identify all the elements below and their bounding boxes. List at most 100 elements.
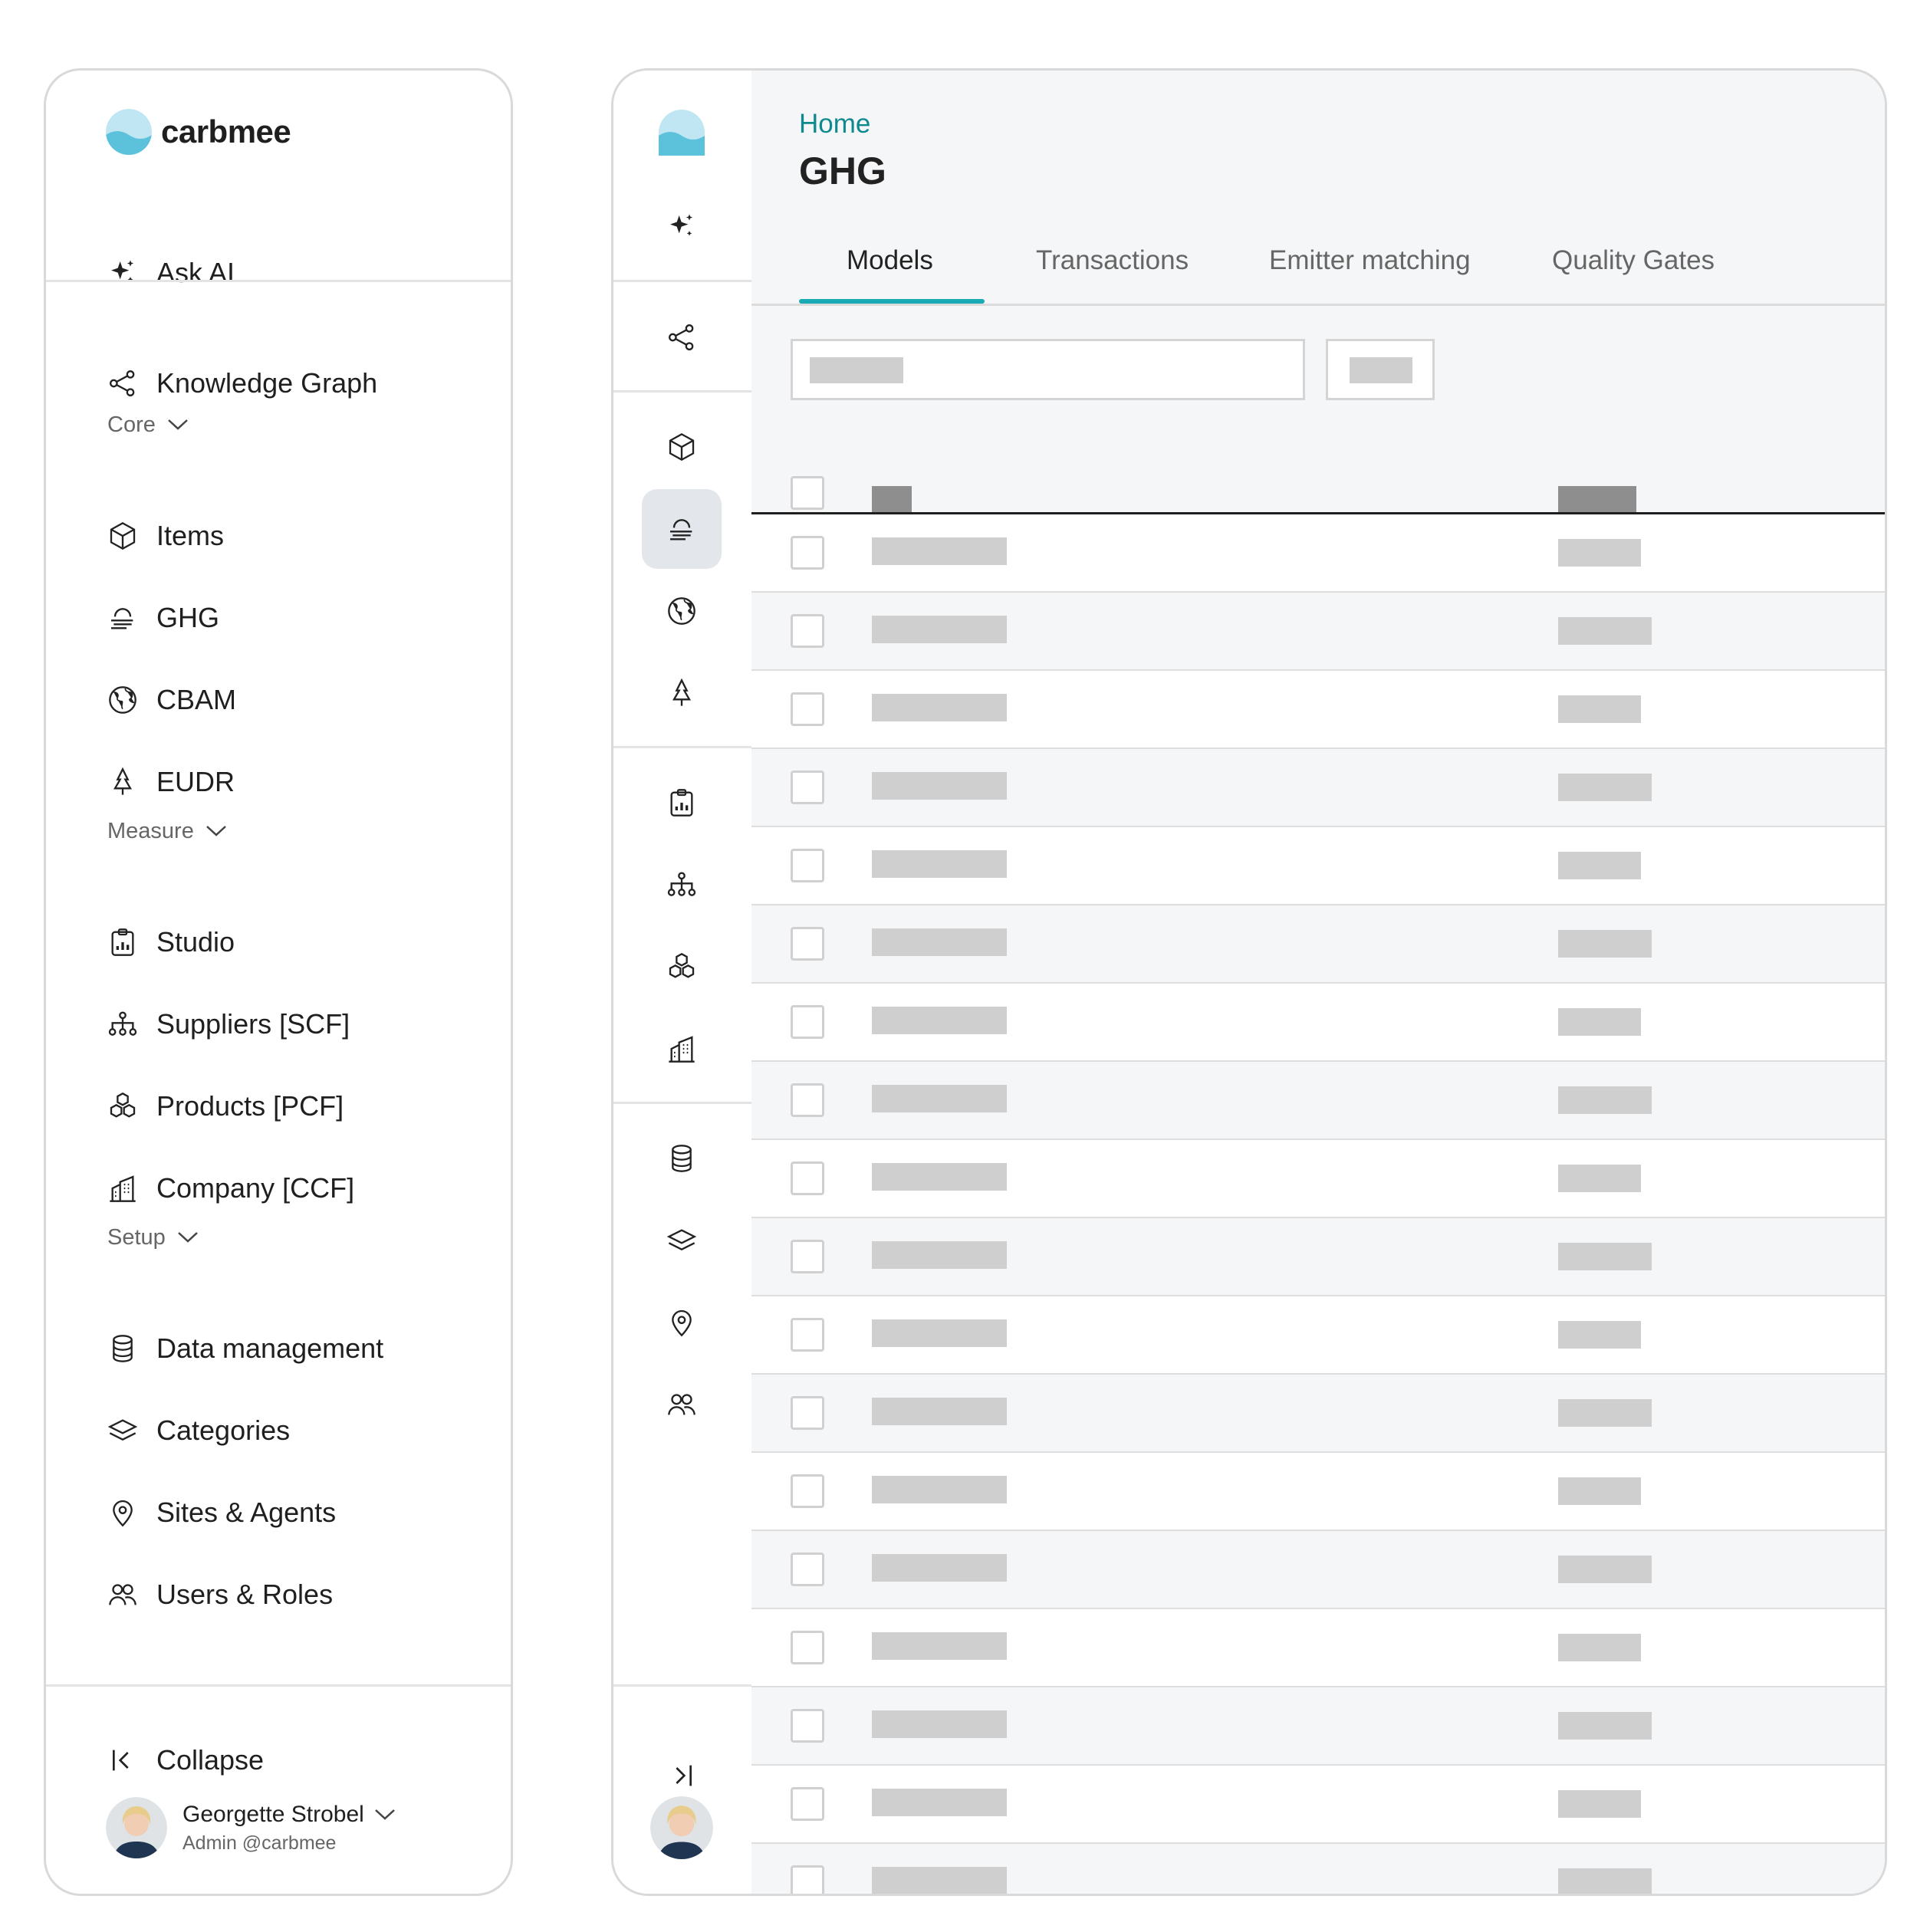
cube-icon[interactable] <box>642 407 722 487</box>
tab-models[interactable]: Models <box>847 245 933 296</box>
column-header-placeholder[interactable] <box>1558 486 1636 512</box>
row-checkbox[interactable] <box>791 927 824 961</box>
row-checkbox[interactable] <box>791 1162 824 1195</box>
sidebar-item-knowledge-graph[interactable]: Knowledge Graph <box>106 360 377 406</box>
cell-placeholder <box>1558 1790 1641 1818</box>
cell-placeholder <box>872 1710 1007 1738</box>
table-row[interactable] <box>751 1296 1885 1375</box>
sidebar-item-cbam[interactable]: CBAM <box>106 677 236 723</box>
brand-logo[interactable]: carbmee <box>106 109 291 155</box>
table-row[interactable] <box>751 1218 1885 1296</box>
collapse-label: Collapse <box>156 1744 265 1776</box>
table-row[interactable] <box>751 514 1885 593</box>
carbmee-logo-icon[interactable] <box>642 93 722 172</box>
globe-icon[interactable] <box>642 571 722 651</box>
cell-placeholder <box>1558 930 1652 958</box>
cell-placeholder <box>1558 774 1652 801</box>
brand-name: carbmee <box>161 113 291 150</box>
table-row[interactable] <box>751 984 1885 1062</box>
table-row[interactable] <box>751 1766 1885 1844</box>
sidebar-item-categories[interactable]: Categories <box>106 1408 290 1454</box>
tab-emitter-matching[interactable]: Emitter matching <box>1269 245 1471 296</box>
hierarchy-icon[interactable] <box>642 845 722 925</box>
database-icon[interactable] <box>642 1119 722 1198</box>
table-row[interactable] <box>751 671 1885 749</box>
avatar <box>106 1797 167 1858</box>
sidebar-item-studio[interactable]: Studio <box>106 919 235 965</box>
placeholder-bar <box>1350 357 1412 383</box>
sidebar-item-label: Sites & Agents <box>156 1497 337 1528</box>
table-row[interactable] <box>751 1531 1885 1609</box>
sidebar-item-products[interactable]: Products [PCF] <box>106 1083 344 1129</box>
row-checkbox[interactable] <box>791 770 824 804</box>
cloud-wind-icon[interactable] <box>642 489 722 569</box>
section-core-toggle[interactable]: Core <box>107 409 189 440</box>
cell-placeholder <box>872 1319 1007 1347</box>
table-row[interactable] <box>751 1453 1885 1531</box>
ask-ai-button[interactable]: Ask AI <box>106 250 235 296</box>
table-row[interactable] <box>751 1140 1885 1218</box>
avatar[interactable] <box>650 1796 713 1859</box>
sidebar-item-items[interactable]: Items <box>106 513 224 559</box>
tab-quality-gates[interactable]: Quality Gates <box>1552 245 1715 296</box>
sidebar-item-data-management[interactable]: Data management <box>106 1326 383 1372</box>
placeholder-bar <box>810 357 903 383</box>
cell-placeholder <box>872 928 1007 956</box>
row-checkbox[interactable] <box>791 1083 824 1117</box>
table-row[interactable] <box>751 905 1885 984</box>
row-checkbox[interactable] <box>791 1005 824 1039</box>
cell-placeholder <box>872 694 1007 721</box>
sidebar-item-eudr[interactable]: EUDR <box>106 759 235 805</box>
column-header-placeholder[interactable] <box>872 486 912 512</box>
sidebar-item-company[interactable]: Company [CCF] <box>106 1165 354 1211</box>
table-row[interactable] <box>751 1062 1885 1140</box>
table-row[interactable] <box>751 1844 1885 1894</box>
boxes-icon <box>106 1089 140 1123</box>
sidebar-item-suppliers[interactable]: Suppliers [SCF] <box>106 1001 350 1047</box>
layers-icon[interactable] <box>642 1201 722 1280</box>
table-row[interactable] <box>751 1375 1885 1453</box>
row-checkbox[interactable] <box>791 1240 824 1273</box>
table-row[interactable] <box>751 827 1885 905</box>
clipboard-chart-icon[interactable] <box>642 763 722 843</box>
row-checkbox[interactable] <box>791 536 824 570</box>
cell-placeholder <box>1558 539 1641 567</box>
section-measure-toggle[interactable]: Measure <box>107 816 228 846</box>
row-checkbox[interactable] <box>791 614 824 648</box>
collapse-button[interactable]: Collapse <box>106 1737 264 1783</box>
row-checkbox[interactable] <box>791 1474 824 1508</box>
boxes-icon[interactable] <box>642 927 722 1007</box>
building-icon[interactable] <box>642 1009 722 1089</box>
sidebar-item-label: GHG <box>156 602 220 633</box>
sidebar-item-users-roles[interactable]: Users & Roles <box>106 1572 333 1618</box>
row-checkbox[interactable] <box>791 1396 824 1430</box>
tab-transactions[interactable]: Transactions <box>1036 245 1189 296</box>
row-checkbox[interactable] <box>791 1787 824 1821</box>
location-pin-icon[interactable] <box>642 1283 722 1362</box>
row-checkbox[interactable] <box>791 849 824 882</box>
table-row[interactable] <box>751 593 1885 671</box>
table-row[interactable] <box>751 1609 1885 1687</box>
row-checkbox[interactable] <box>791 692 824 726</box>
tree-icon[interactable] <box>642 653 722 733</box>
filter-button[interactable] <box>1326 339 1435 400</box>
search-input[interactable] <box>791 339 1305 400</box>
cloud-wind-icon <box>106 601 140 635</box>
breadcrumb[interactable]: Home <box>799 109 870 140</box>
table-row[interactable] <box>751 749 1885 827</box>
share-nodes-icon <box>106 366 140 400</box>
row-checkbox[interactable] <box>791 1318 824 1352</box>
section-setup-toggle[interactable]: Setup <box>107 1222 199 1253</box>
table-row[interactable] <box>751 1687 1885 1766</box>
row-checkbox[interactable] <box>791 1709 824 1743</box>
user-menu[interactable]: Georgette Strobel Admin @carbmee <box>106 1797 396 1858</box>
sparkles-icon[interactable] <box>642 187 722 267</box>
select-all-checkbox[interactable] <box>791 476 824 510</box>
row-checkbox[interactable] <box>791 1552 824 1586</box>
row-checkbox[interactable] <box>791 1631 824 1664</box>
share-nodes-icon[interactable] <box>642 297 722 377</box>
users-icon[interactable] <box>642 1365 722 1444</box>
sidebar-item-sites-agents[interactable]: Sites & Agents <box>106 1490 336 1536</box>
sidebar-item-ghg[interactable]: GHG <box>106 595 219 641</box>
row-checkbox[interactable] <box>791 1865 824 1894</box>
